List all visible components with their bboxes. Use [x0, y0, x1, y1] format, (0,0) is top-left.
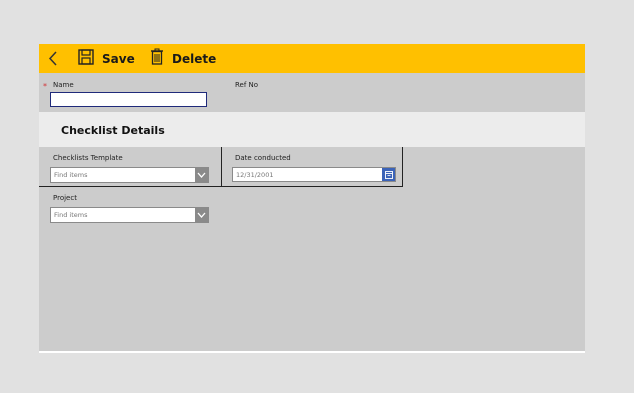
name-label: Name: [53, 81, 74, 89]
command-bar: Save Delete: [39, 44, 585, 73]
calendar-icon[interactable]: [382, 168, 395, 181]
project-label: Project: [53, 194, 77, 202]
checklists-template-dropdown[interactable]: Find items: [50, 167, 209, 183]
date-conducted-label: Date conducted: [235, 154, 291, 162]
date-conducted-picker[interactable]: 12/31/2001: [232, 167, 396, 182]
checklists-template-placeholder: Find items: [54, 171, 88, 179]
save-button[interactable]: Save: [78, 48, 135, 69]
project-placeholder: Find items: [54, 211, 88, 219]
date-conducted-value: 12/31/2001: [236, 171, 274, 179]
back-chevron-icon[interactable]: [47, 50, 59, 67]
checklists-template-label: Checklists Template: [53, 154, 123, 162]
save-label: Save: [102, 51, 135, 66]
delete-label: Delete: [172, 51, 217, 66]
chevron-down-icon[interactable]: [195, 168, 208, 182]
delete-button[interactable]: Delete: [150, 48, 216, 69]
section-title: Checklist Details: [61, 124, 165, 137]
project-dropdown[interactable]: Find items: [50, 207, 209, 223]
name-input[interactable]: [50, 92, 207, 107]
checklist-details-section: Checklist Details: [39, 112, 585, 147]
required-marker: *: [43, 82, 47, 91]
form-screen: Save Delete * Name Ref No Checklist Deta…: [39, 44, 585, 353]
trash-icon: [150, 48, 164, 69]
ref-no-label: Ref No: [235, 81, 259, 89]
chevron-down-icon[interactable]: [195, 208, 208, 222]
floppy-disk-icon: [78, 48, 94, 69]
